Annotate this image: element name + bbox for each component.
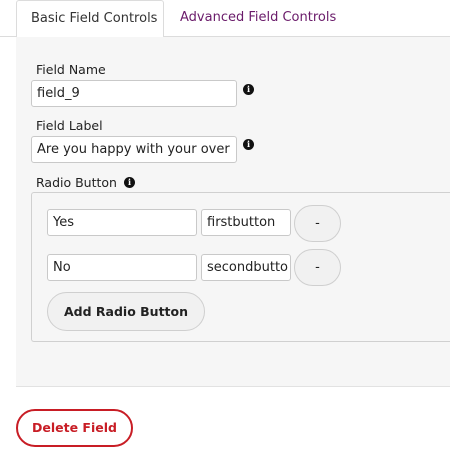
info-icon[interactable]: i <box>124 177 135 188</box>
remove-option-button[interactable]: - <box>294 249 341 286</box>
info-icon[interactable]: i <box>243 84 254 95</box>
radio-option-text-input[interactable]: No <box>47 254 197 281</box>
field-name-label: Field Name <box>36 62 106 77</box>
info-icon[interactable]: i <box>243 139 254 150</box>
radio-button-label: Radio Button <box>36 175 117 190</box>
tab-bar: Basic Field Controls Advanced Field Cont… <box>0 0 450 38</box>
radio-option-text-input[interactable]: Yes <box>47 209 197 236</box>
field-label-input[interactable]: Are you happy with your over <box>31 136 237 163</box>
divider <box>16 386 450 387</box>
add-radio-button[interactable]: Add Radio Button <box>47 292 205 331</box>
field-name-input[interactable]: field_9 <box>31 80 237 107</box>
tab-advanced-field-controls[interactable]: Advanced Field Controls <box>166 0 350 37</box>
field-label-label: Field Label <box>36 118 103 133</box>
radio-option-value-input[interactable]: firstbutton <box>201 209 291 236</box>
radio-option-value-input[interactable]: secondbutto <box>201 254 291 281</box>
tab-basic-field-controls[interactable]: Basic Field Controls <box>16 0 164 38</box>
delete-field-button[interactable]: Delete Field <box>16 409 133 447</box>
remove-option-button[interactable]: - <box>294 205 341 242</box>
